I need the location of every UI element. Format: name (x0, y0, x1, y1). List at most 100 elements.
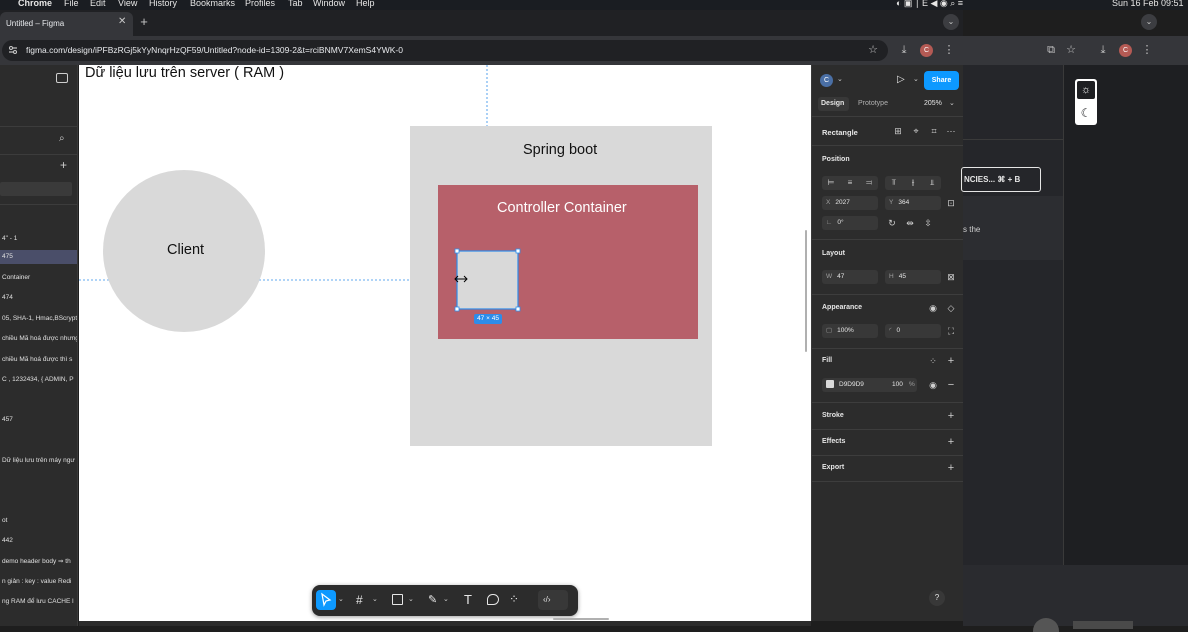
opacity-field[interactable]: ▢ 100% (822, 324, 878, 338)
tab-search-chevron-icon[interactable]: ⌄ (943, 14, 959, 30)
client-label[interactable]: Client (167, 242, 204, 258)
layer-type-title[interactable]: Rectangle (822, 128, 858, 137)
chevron-down-icon[interactable]: ⌄ (372, 595, 378, 603)
add-effect-icon[interactable]: + (945, 436, 957, 448)
menu-help[interactable]: Help (356, 0, 375, 8)
chevron-down-icon[interactable]: ⌄ (837, 75, 843, 83)
styles-grid-icon[interactable]: ⁘ (927, 355, 939, 367)
layer-item[interactable]: 475 (0, 250, 77, 264)
profile-avatar[interactable]: C (920, 44, 933, 57)
canvas-heading-text[interactable]: Dữ liệu lưu trên server ( RAM ) (85, 65, 284, 81)
download-icon-2[interactable]: ⤓ (1096, 43, 1110, 57)
new-tab-icon[interactable]: + (137, 15, 151, 29)
search-icon[interactable]: ⌕ (59, 133, 65, 144)
sun-icon[interactable]: ☼ (1077, 81, 1095, 99)
align-left-icon[interactable]: ⊨ (825, 177, 837, 189)
menu-app-name[interactable]: Chrome (18, 0, 52, 8)
browser-tab-figma[interactable]: Untitled – Figma ✕ (0, 12, 133, 36)
dev-mode-toggle[interactable]: ‹/› (538, 590, 568, 610)
menu-profiles[interactable]: Profiles (245, 0, 275, 8)
present-play-icon[interactable]: ▷ (897, 74, 905, 85)
width-field[interactable]: W 47 (822, 270, 878, 284)
tab-search-chevron-icon-2[interactable]: ⌄ (1141, 14, 1157, 30)
figma-canvas[interactable]: Dữ liệu lưu trên server ( RAM ) Client S… (79, 65, 811, 621)
pen-tool-icon[interactable]: ✎ (428, 593, 437, 606)
lock-ratio-icon[interactable]: ⊠ (945, 271, 957, 283)
horizontal-scrollbar[interactable] (553, 618, 609, 620)
layer-item[interactable]: chiều Mã hoá được nhưng (0, 332, 77, 346)
help-button[interactable]: ? (929, 590, 945, 606)
vertical-scrollbar[interactable] (805, 230, 807, 352)
shortcut-button[interactable]: NCIES... ⌘ + B (961, 167, 1041, 192)
page-item[interactable] (0, 182, 72, 196)
moon-icon[interactable]: ☾ (1077, 104, 1095, 122)
cast-icon[interactable]: ⧉ (1044, 43, 1058, 57)
remove-fill-icon[interactable]: − (945, 379, 957, 391)
blend-mode-icon[interactable]: ◇ (945, 302, 957, 314)
site-settings-icon[interactable] (8, 45, 18, 55)
layer-item[interactable]: 4" - 1 (0, 232, 77, 246)
chevron-down-icon[interactable]: ⌄ (949, 99, 955, 107)
resize-handle-br[interactable] (515, 306, 521, 312)
sidebar-toggle-icon[interactable] (56, 73, 68, 83)
zoom-level[interactable]: 205% (924, 100, 942, 107)
comment-tool-icon[interactable] (487, 594, 499, 605)
theme-toggle[interactable]: ☼ ☾ (1075, 79, 1097, 125)
layer-item[interactable]: C , 1232434, { ADMIN, P (0, 373, 77, 387)
corner-radius-field[interactable]: ◜ 0 (885, 324, 941, 338)
align-right-icon[interactable]: ⫤ (863, 177, 875, 189)
resize-handle-bl[interactable] (454, 306, 460, 312)
align-bottom-icon[interactable]: ⫫ (926, 177, 938, 189)
boolean-icon[interactable]: ⌗ (928, 125, 940, 137)
layer-item[interactable]: ng RAM để lưu CACHE l (0, 595, 77, 609)
add-fill-icon[interactable]: + (945, 355, 957, 367)
independent-corners-icon[interactable]: ⛶ (945, 325, 957, 337)
y-field[interactable]: Y 364 (885, 196, 941, 210)
component-icon[interactable]: ⊞ (892, 125, 904, 137)
text-tool-icon[interactable]: T (464, 592, 472, 607)
download-icon[interactable]: ⤓ (897, 43, 911, 57)
layer-item[interactable]: 457 (0, 413, 77, 427)
spring-boot-label[interactable]: Spring boot (523, 142, 597, 158)
add-export-icon[interactable]: + (945, 462, 957, 474)
browser-menu-icon-2[interactable]: ⋮ (1140, 43, 1154, 57)
rotate-icon[interactable]: ↻ (886, 217, 898, 229)
layer-item[interactable]: n giản : key : value Redi (0, 575, 77, 589)
visibility-eye-icon[interactable]: ◉ (927, 302, 939, 314)
bookmark-star-icon[interactable]: ☆ (866, 43, 880, 57)
height-field[interactable]: H 45 (885, 270, 941, 284)
menu-history[interactable]: History (149, 0, 177, 8)
rotation-field[interactable]: ∟ 0° (822, 216, 878, 230)
menu-file[interactable]: File (64, 0, 79, 8)
tab-prototype[interactable]: Prototype (858, 100, 888, 107)
add-page-icon[interactable]: + (60, 158, 67, 172)
layer-item[interactable]: demo header body ⇒ th (0, 555, 77, 569)
layer-item[interactable]: Container (0, 271, 77, 285)
user-avatar[interactable]: C (820, 74, 833, 87)
chevron-down-icon[interactable]: ⌄ (913, 75, 919, 83)
x-field[interactable]: X 2027 (822, 196, 878, 210)
layer-item[interactable]: 474 (0, 291, 77, 305)
bookmark-star-icon-2[interactable]: ☆ (1064, 43, 1078, 57)
constraints-icon[interactable]: ⊡ (945, 197, 957, 209)
actions-tool-icon[interactable]: ⁘ (509, 592, 519, 606)
layer-item[interactable]: Dữ liệu lưu trên máy ngư (0, 454, 77, 468)
menu-bookmarks[interactable]: Bookmarks (190, 0, 235, 8)
fill-visibility-eye-icon[interactable]: ◉ (927, 379, 939, 391)
menu-edit[interactable]: Edit (90, 0, 106, 8)
controller-container-label[interactable]: Controller Container (497, 200, 627, 216)
resize-handle-tr[interactable] (515, 248, 521, 254)
mask-icon[interactable]: ⌖ (910, 125, 922, 137)
frame-tool-icon[interactable]: # (356, 593, 363, 607)
browser-menu-icon[interactable]: ⋮ (942, 43, 956, 57)
layer-item[interactable]: 442 (0, 534, 77, 548)
flip-horizontal-icon[interactable]: ⇹ (904, 217, 916, 229)
menu-tab[interactable]: Tab (288, 0, 303, 8)
rectangle-tool-icon[interactable] (392, 594, 403, 605)
profile-avatar-2[interactable]: C (1119, 44, 1132, 57)
move-tool[interactable] (316, 590, 336, 610)
chevron-down-icon[interactable]: ⌄ (443, 595, 449, 603)
align-middle-icon[interactable]: ⫲ (907, 177, 919, 189)
chevron-down-icon[interactable]: ⌄ (338, 595, 344, 603)
layer-item[interactable]: 05, SHA-1, Hmac,BScrypt (0, 312, 77, 326)
